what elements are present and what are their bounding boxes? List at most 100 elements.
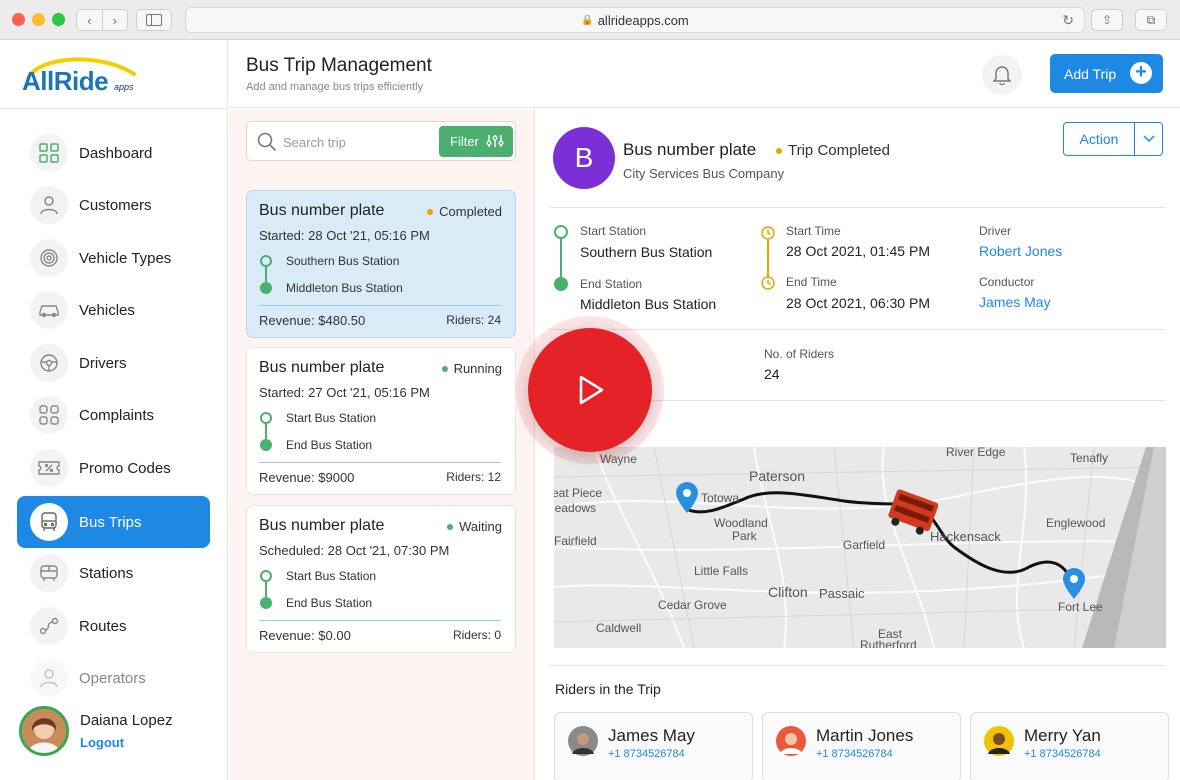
rider-card[interactable]: James May +1 8734526784	[554, 712, 753, 780]
logout-link[interactable]: Logout	[80, 735, 124, 750]
trip-name: Bus number plate	[259, 359, 385, 376]
add-trip-label: Add Trip	[1064, 65, 1117, 82]
reload-icon[interactable]: ↻	[1062, 12, 1074, 29]
end-station-label: End Station	[580, 277, 643, 291]
sidebar-item-promo-codes[interactable]: Promo Codes	[17, 442, 210, 494]
share-icon[interactable]: ⇧	[1091, 9, 1123, 31]
trip-detail-panel: B Bus number plate Trip Completed City S…	[536, 109, 1180, 780]
detail-status: Trip Completed	[788, 142, 890, 159]
forward-icon[interactable]: ›	[103, 10, 128, 30]
action-dropdown[interactable]: Action	[1063, 122, 1163, 156]
sidebar-item-label: Vehicles	[79, 301, 135, 319]
sidebar-toggle-icon[interactable]	[136, 9, 172, 31]
map-label: Rutherford	[860, 638, 917, 648]
page-title: Bus Trip Management	[246, 55, 432, 76]
map-label: Woodland	[714, 516, 768, 530]
start-station-label: Start Station	[580, 224, 647, 238]
rider-card[interactable]: Merry Yan +1 8734526784	[970, 712, 1169, 780]
start-location-pin-icon[interactable]	[675, 482, 699, 519]
start-stop-marker	[554, 225, 568, 239]
filter-button[interactable]: Filter	[439, 126, 513, 157]
status-badge: Running	[441, 361, 502, 376]
trip-revenue: Revenue: $480.50	[259, 313, 366, 328]
start-stop-marker	[260, 412, 272, 424]
end-stop-marker	[260, 439, 272, 451]
sidebar-item-label: Routes	[79, 617, 127, 635]
divider	[550, 207, 1165, 208]
trip-status: Waiting	[459, 519, 502, 534]
map-label: Tenafly	[1070, 451, 1109, 465]
trip-card[interactable]: Bus number plate Running Started: 27 Oct…	[246, 347, 516, 495]
route-line	[560, 238, 562, 277]
promo-ticket-icon	[30, 449, 68, 487]
route-map[interactable]: Wayne Paterson River Edge Tenafly Totowa…	[554, 447, 1166, 648]
rider-card[interactable]: Martin Jones +1 8734526784	[762, 712, 961, 780]
driver-link[interactable]: Robert Jones	[979, 243, 1062, 259]
sidebar-item-complaints[interactable]: Complaints	[17, 389, 210, 441]
time-line	[767, 240, 769, 278]
trip-card[interactable]: Bus number plate Completed Started: 28 O…	[246, 190, 516, 338]
complaints-icon	[30, 396, 68, 434]
page-subtitle: Add and manage bus trips efficiently	[246, 81, 424, 93]
allride-logo[interactable]: AllRide apps	[18, 50, 218, 100]
close-window-button[interactable]	[12, 13, 25, 26]
riders-count-value: 24	[764, 366, 780, 382]
start-station-value: Southern Bus Station	[580, 244, 713, 260]
divider	[259, 462, 501, 463]
trip-revenue: Revenue: $9000	[259, 470, 355, 485]
play-icon	[579, 375, 604, 405]
minimize-window-button[interactable]	[32, 13, 45, 26]
sidebar-item-customers[interactable]: Customers	[17, 179, 210, 231]
map-label: eat Piece	[554, 486, 603, 500]
sidebar-item-stations[interactable]: Stations	[17, 547, 210, 599]
rider-phone[interactable]: +1 8734526784	[1024, 748, 1101, 760]
avatar[interactable]	[19, 706, 69, 756]
sidebar-item-label: Bus Trips	[79, 513, 142, 531]
trip-card[interactable]: Bus number plate Waiting Scheduled: 28 O…	[246, 505, 516, 653]
notification-bell-icon[interactable]	[982, 55, 1022, 95]
search-input[interactable]	[283, 131, 433, 153]
trip-avatar: B	[553, 127, 615, 189]
trip-date: Scheduled: 28 Oct '21, 07:30 PM	[259, 543, 450, 558]
rider-name: James May	[608, 726, 695, 745]
status-dot	[447, 523, 454, 530]
sidebar-item-dashboard[interactable]: Dashboard	[17, 127, 210, 179]
map-label: Totowa	[701, 491, 740, 505]
maximize-window-button[interactable]	[52, 13, 65, 26]
page-header: Bus Trip Management Add and manage bus t…	[229, 40, 1180, 108]
conductor-link[interactable]: James May	[979, 294, 1051, 310]
action-button[interactable]: Action	[1064, 123, 1135, 155]
trip-date: Started: 27 Oct '21, 05:16 PM	[259, 385, 430, 400]
sidebar-item-vehicle-types[interactable]: Vehicle Types	[17, 232, 210, 284]
sidebar-item-label: Promo Codes	[79, 459, 171, 477]
rider-phone[interactable]: +1 8734526784	[608, 748, 685, 760]
rider-phone[interactable]: +1 8734526784	[816, 748, 893, 760]
sidebar-item-operators[interactable]: Operators	[17, 652, 210, 704]
map-label: Clifton	[768, 584, 808, 600]
logo-sub: apps	[114, 82, 134, 92]
address-bar[interactable]: 🔒 allrideapps.com ↻	[185, 7, 1085, 33]
map-label: Caldwell	[596, 621, 642, 635]
sidebar-item-drivers[interactable]: Drivers	[17, 337, 210, 389]
end-stop-marker	[554, 277, 568, 291]
end-station: Middleton Bus Station	[286, 281, 403, 295]
divider	[0, 108, 228, 109]
search-box: Filter	[246, 121, 516, 161]
trip-riders: Riders: 24	[446, 313, 501, 327]
trip-revenue: Revenue: $0.00	[259, 628, 351, 643]
sidebar-item-vehicles[interactable]: Vehicles	[17, 284, 210, 336]
detail-title: Bus number plate	[623, 140, 757, 159]
sidebar-item-bus-trips[interactable]: Bus Trips	[17, 496, 210, 548]
add-trip-button[interactable]: Add Trip +	[1050, 54, 1163, 93]
conductor-label: Conductor	[979, 275, 1035, 289]
sidebar-item-label: Vehicle Types	[79, 249, 172, 267]
start-station: Southern Bus Station	[286, 254, 400, 268]
history-nav: ‹ ›	[76, 9, 128, 31]
sidebar-item-routes[interactable]: Routes	[17, 600, 210, 652]
map-label: Hackensack	[930, 529, 1001, 544]
routes-icon	[30, 607, 68, 645]
play-video-button[interactable]	[528, 328, 652, 452]
back-icon[interactable]: ‹	[77, 10, 103, 30]
tabs-icon[interactable]: ⧉	[1135, 9, 1167, 31]
chevron-down-icon[interactable]	[1135, 123, 1162, 155]
